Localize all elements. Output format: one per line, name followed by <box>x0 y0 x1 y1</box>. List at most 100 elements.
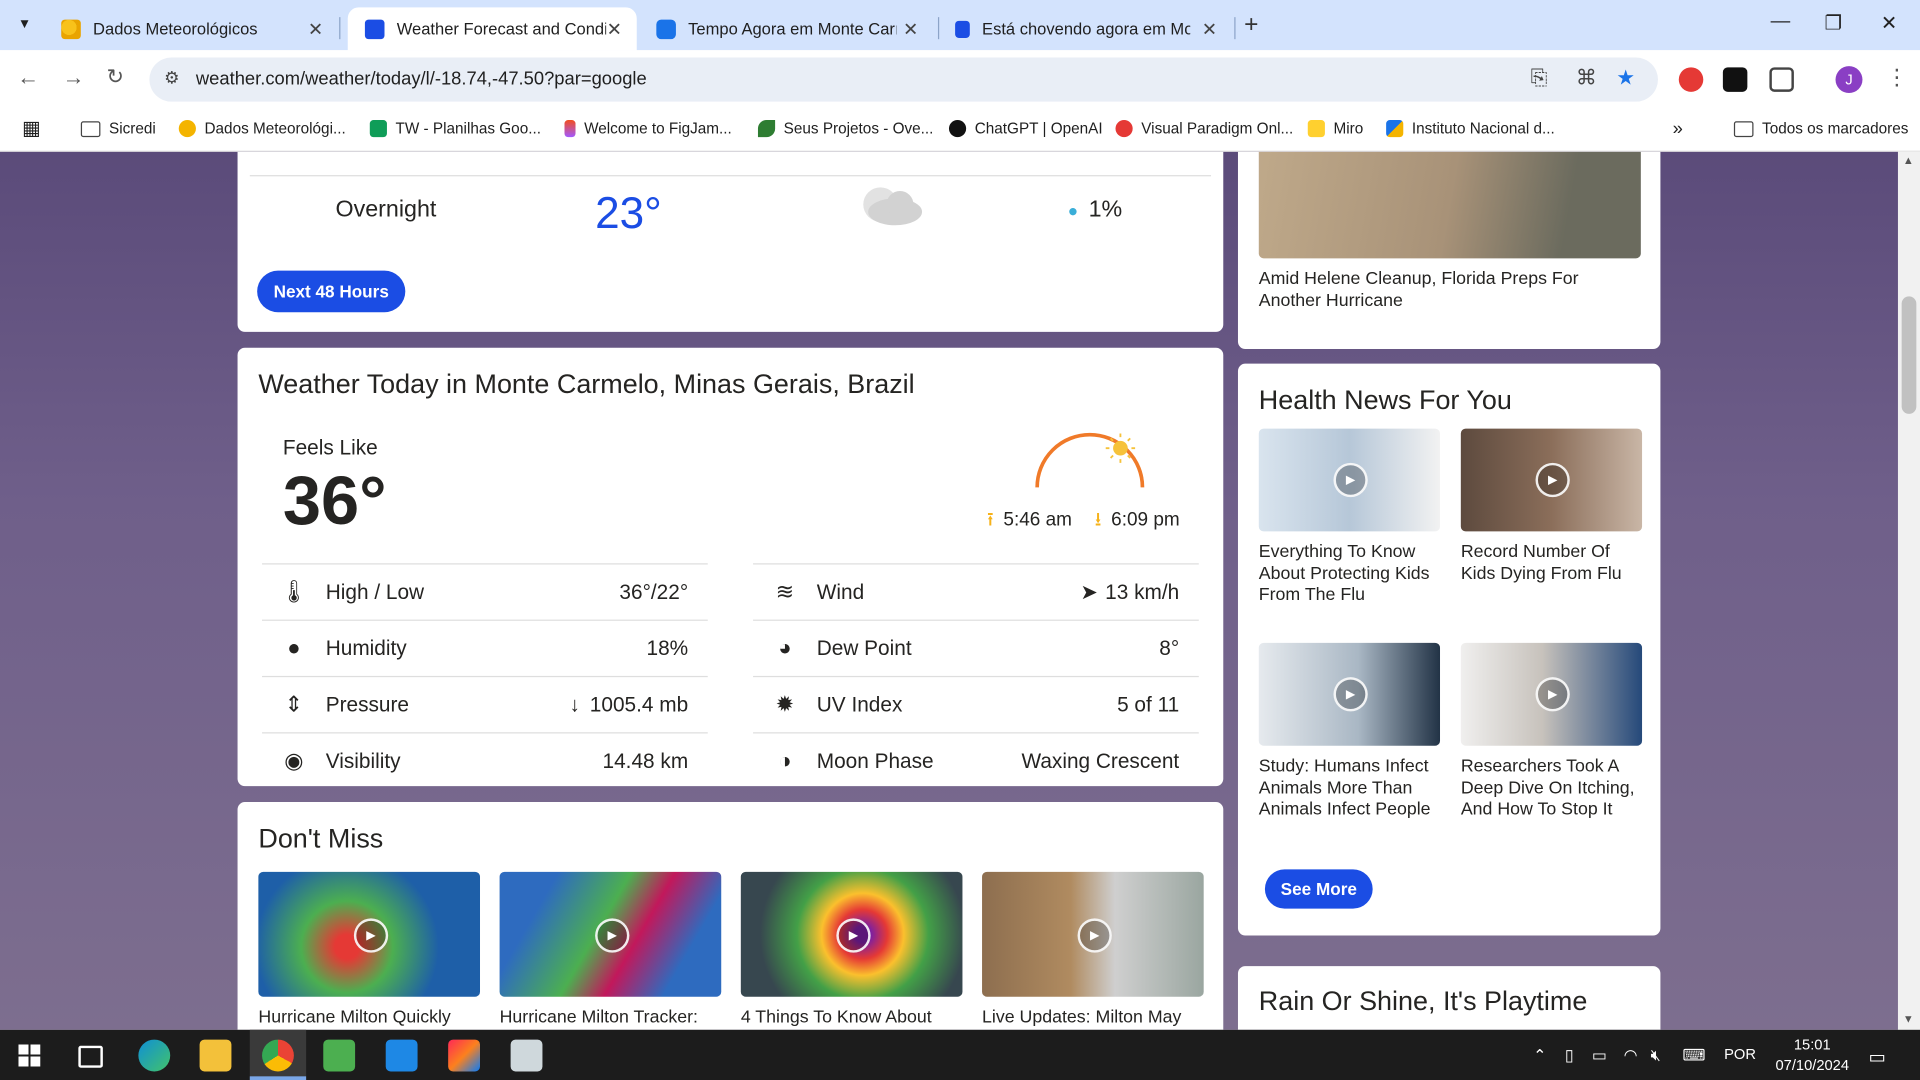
tab-weather-forecast[interactable]: Weather Forecast and Conditions ✕ <box>347 7 637 51</box>
windows-start-icon[interactable] <box>18 1044 41 1067</box>
bookmark-figjam[interactable]: Welcome to FigJam... <box>564 116 732 140</box>
play-icon[interactable]: ▶ <box>1535 677 1570 712</box>
play-icon[interactable]: ▶ <box>595 918 630 953</box>
video-caption[interactable]: Hurricane Milton Quickly <box>258 1008 480 1029</box>
video-thumbnail[interactable]: ▶ <box>1460 428 1643 532</box>
tab-tempo-agora[interactable]: Tempo Agora em Monte Carmelo ✕ <box>639 7 933 50</box>
play-icon[interactable]: ▶ <box>1077 918 1112 953</box>
close-window-icon[interactable]: ✕ <box>1881 11 1897 35</box>
install-app-icon[interactable]: ⎘ <box>1531 66 1548 90</box>
see-more-button[interactable]: See More <box>1264 869 1373 909</box>
bookmark-label: TW - Planilhas Goo... <box>395 120 541 138</box>
tab-dados-meteorologicos[interactable]: Dados Meteorológicos ✕ <box>44 7 338 50</box>
windows-taskbar: ⌃ ▯ ▭ ◠ 🔇︎ ⌨ POR 15:01 07/10/2024 ▭ <box>0 1029 1920 1080</box>
file-explorer-icon[interactable] <box>199 1039 232 1072</box>
bookmark-sicredi[interactable]: Sicredi <box>80 116 156 140</box>
translate-icon[interactable]: ⌘ <box>1576 66 1597 90</box>
extension-dark-icon[interactable] <box>1722 67 1748 92</box>
restore-icon[interactable]: ❐ <box>1825 11 1843 35</box>
bookmarks-bar: ▦ Sicredi Dados Meteorológi... TW - Plan… <box>0 107 1920 152</box>
sun-arc-icon <box>1035 432 1145 488</box>
scrollbar-thumb[interactable] <box>1901 296 1917 414</box>
video-caption[interactable]: Everything To Know About Protecting Kids… <box>1259 542 1443 606</box>
wind-direction-icon: ➤ <box>1080 579 1098 604</box>
wifi-icon[interactable]: ◠ <box>1624 1046 1638 1066</box>
sunrise-icon: ⭱ <box>986 509 994 531</box>
task-view-icon[interactable] <box>78 1045 103 1068</box>
tempo-favicon-icon <box>656 18 676 39</box>
close-tab-icon[interactable]: ✕ <box>308 18 323 40</box>
back-icon[interactable]: ← <box>17 65 39 91</box>
keyboard-icon[interactable]: ⌨ <box>1682 1046 1705 1066</box>
video-thumbnail[interactable]: ▶ <box>982 871 1204 997</box>
dew-point-icon: ◕ <box>778 635 792 661</box>
video-caption[interactable]: Hurricane Milton Tracker: <box>500 1008 722 1029</box>
extension-red-icon[interactable] <box>1678 67 1704 92</box>
video-thumbnail[interactable]: ▶ <box>1258 428 1441 532</box>
reload-icon[interactable]: ↻ <box>107 65 124 89</box>
tab-search-icon[interactable]: ▼ <box>10 10 39 39</box>
apps-grid-icon[interactable]: ▦ <box>22 116 41 140</box>
play-icon[interactable]: ▶ <box>1333 462 1368 498</box>
close-tab-icon[interactable]: ✕ <box>1202 18 1217 40</box>
language-indicator[interactable]: POR <box>1724 1046 1756 1063</box>
app-icon[interactable] <box>510 1039 543 1072</box>
notepad-plus-icon[interactable] <box>323 1039 356 1072</box>
chrome-icon[interactable] <box>262 1039 294 1072</box>
vscode-icon[interactable] <box>385 1039 418 1072</box>
page-scrollbar[interactable]: ▲ ▼ <box>1897 151 1920 1030</box>
video-caption[interactable]: 4 Things To Know About <box>741 1008 963 1029</box>
play-icon[interactable]: ▶ <box>1333 677 1368 712</box>
intellij-icon[interactable] <box>448 1039 481 1072</box>
video-thumbnail[interactable]: ▶ <box>740 871 963 997</box>
tab-esta-chovendo[interactable]: Está chovendo agora em Monte Carmelo ✕ <box>938 7 1232 50</box>
bookmark-dados[interactable]: Dados Meteorológi... <box>178 116 346 140</box>
bookmark-instituto[interactable]: Instituto Nacional d... <box>1386 116 1555 140</box>
video-thumbnail[interactable]: ▶ <box>1460 642 1643 746</box>
notifications-icon[interactable]: ▭ <box>1869 1046 1886 1068</box>
next-48-hours-button[interactable]: Next 48 Hours <box>257 270 406 313</box>
video-caption[interactable]: Researchers Took A Deep Dive On Itching,… <box>1461 757 1645 821</box>
video-thumbnail[interactable]: ▶ <box>258 871 481 997</box>
edge-icon[interactable] <box>138 1039 171 1072</box>
bookmark-seus-projetos[interactable]: Seus Projetos - Ove... <box>757 116 933 140</box>
play-icon[interactable]: ▶ <box>353 918 389 953</box>
bookmark-todos[interactable]: Todos os marcadores <box>1733 116 1908 140</box>
extensions-puzzle-icon[interactable] <box>1769 67 1794 92</box>
site-info-icon[interactable]: ⚙ <box>164 67 179 88</box>
address-bar[interactable]: ⚙ weather.com/weather/today/l/-18.74,-47… <box>149 57 1658 102</box>
video-caption[interactable]: Live Updates: Milton May <box>982 1008 1204 1029</box>
story-caption[interactable]: Amid Helene Cleanup, Florida Preps For A… <box>1259 269 1641 312</box>
feels-like-value: 36° <box>282 461 387 539</box>
device-icon[interactable]: ▯ <box>1565 1046 1574 1066</box>
clock[interactable]: 15:01 07/10/2024 <box>1763 1035 1861 1077</box>
profile-avatar[interactable]: J <box>1835 66 1863 94</box>
scroll-down-arrow-icon[interactable]: ▼ <box>1903 1013 1914 1025</box>
volume-muted-icon[interactable]: 🔇︎ <box>1651 1046 1661 1066</box>
bookmark-tw-planilhas[interactable]: TW - Planilhas Goo... <box>369 116 541 140</box>
menu-kebab-icon[interactable]: ⋮ <box>1886 65 1908 91</box>
play-icon[interactable]: ▶ <box>836 918 871 953</box>
bookmark-miro[interactable]: Miro <box>1307 116 1363 140</box>
moon-phase-icon: ◑ <box>778 748 792 773</box>
minimize-icon[interactable]: — <box>1771 11 1791 33</box>
bookmark-star-icon[interactable]: ★ <box>1616 66 1635 90</box>
video-caption[interactable]: Study: Humans Infect Animals More Than A… <box>1259 757 1443 821</box>
url-text[interactable]: weather.com/weather/today/l/-18.74,-47.5… <box>196 69 647 90</box>
bookmark-visual-paradigm[interactable]: Visual Paradigm Onl... <box>1115 116 1293 140</box>
forward-icon[interactable]: → <box>62 65 84 91</box>
video-thumbnail[interactable]: ▶ <box>1258 642 1441 746</box>
battery-icon[interactable]: ▭ <box>1592 1046 1607 1066</box>
scroll-up-arrow-icon[interactable]: ▲ <box>1903 154 1914 166</box>
show-hidden-icons-icon[interactable]: ⌃ <box>1533 1046 1546 1066</box>
story-thumbnail[interactable] <box>1258 151 1641 259</box>
more-bookmarks-chevron-icon[interactable]: » <box>1673 116 1683 140</box>
video-thumbnail[interactable]: ▶ <box>499 871 722 997</box>
close-tab-icon[interactable]: ✕ <box>607 18 622 40</box>
weather-channel-favicon-icon <box>955 20 970 38</box>
video-caption[interactable]: Record Number Of Kids Dying From Flu <box>1461 542 1645 585</box>
bookmark-chatgpt[interactable]: ChatGPT | OpenAI <box>948 116 1103 140</box>
new-tab-icon[interactable]: + <box>1244 11 1258 39</box>
play-icon[interactable]: ▶ <box>1535 462 1570 498</box>
close-tab-icon[interactable]: ✕ <box>903 18 918 40</box>
